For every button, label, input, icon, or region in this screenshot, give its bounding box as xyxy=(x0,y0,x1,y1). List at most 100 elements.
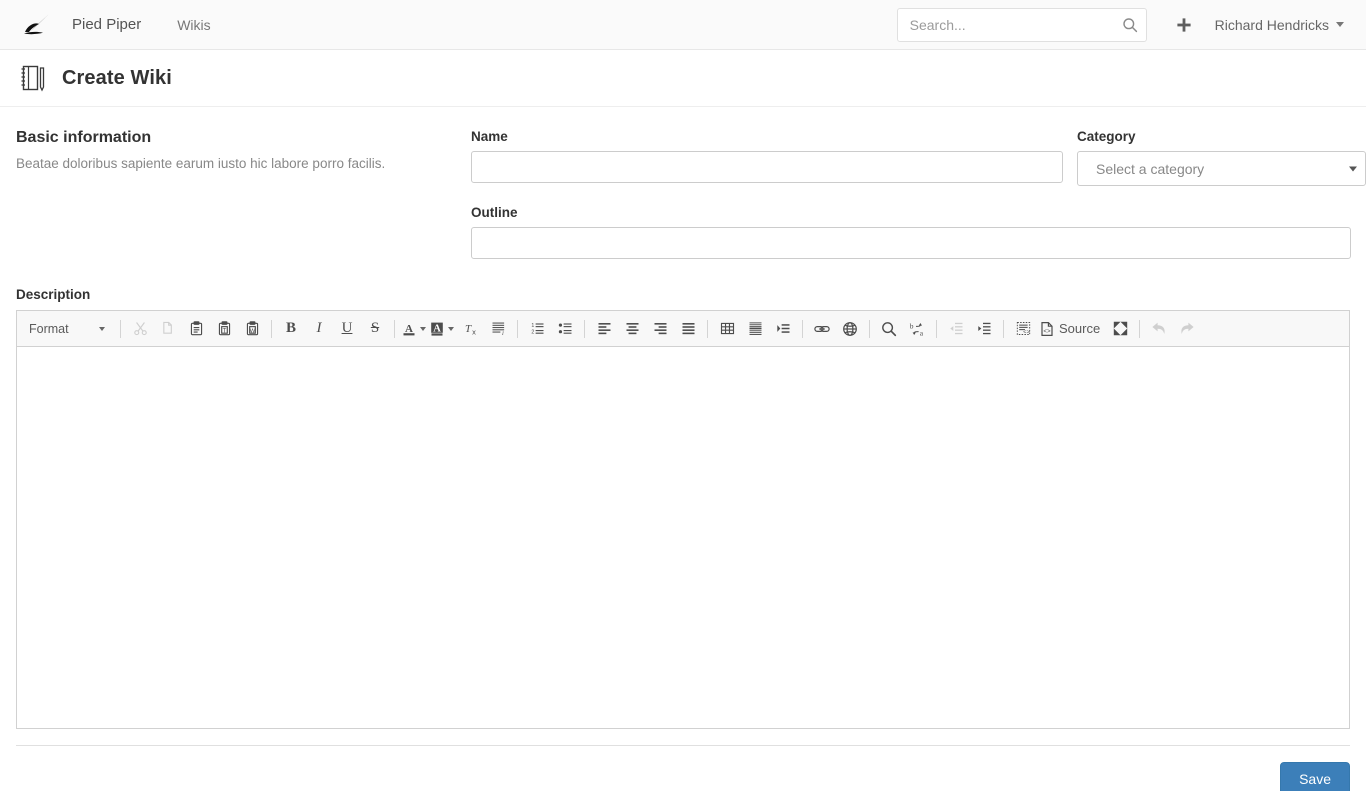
format-dropdown[interactable]: Format xyxy=(21,317,111,341)
align-justify-button[interactable] xyxy=(676,317,700,341)
nav-link-wikis[interactable]: Wikis xyxy=(163,17,224,33)
replace-icon: b a xyxy=(909,321,925,337)
footer-actions: Save xyxy=(0,746,1366,791)
blockquote-button[interactable] xyxy=(771,317,795,341)
show-blocks-icon: <> xyxy=(1016,321,1031,336)
underline-icon: U xyxy=(341,320,353,336)
format-dropdown-label: Format xyxy=(29,321,69,336)
italic-icon: I xyxy=(316,320,322,336)
outline-field-block: Outline xyxy=(471,205,1351,259)
rich-text-editor: Format T W B I U S A A T x I 1 2 b a <> … xyxy=(16,310,1350,729)
numbered-list-button[interactable]: 1 2 xyxy=(525,317,549,341)
search-input[interactable] xyxy=(896,7,1147,42)
svg-text:x: x xyxy=(472,327,476,336)
undo-arrow-icon xyxy=(1151,321,1167,337)
chevron-down-icon xyxy=(99,326,105,331)
name-outline-column: Name Outline xyxy=(471,129,1351,281)
replace-button[interactable]: b a xyxy=(905,317,929,341)
paragraph-format-button[interactable]: I xyxy=(486,317,510,341)
description-label: Description xyxy=(16,287,91,302)
editor-toolbar: Format T W B I U S A A T x I 1 2 b a <> … xyxy=(17,311,1349,347)
cut-button[interactable] xyxy=(128,317,152,341)
description-editor-body[interactable] xyxy=(17,347,1349,728)
bulleted-list-icon xyxy=(558,321,573,336)
paste-button[interactable] xyxy=(184,317,208,341)
category-select[interactable]: Select a category xyxy=(1077,151,1366,186)
background-color-button[interactable]: A xyxy=(430,321,454,337)
redo-button[interactable] xyxy=(1175,317,1199,341)
paste-from-word-button[interactable]: W xyxy=(240,317,264,341)
svg-text:b: b xyxy=(910,321,914,330)
remove-format-button[interactable]: T x xyxy=(458,317,482,341)
text-color-icon: A xyxy=(402,321,418,337)
quill-pen-icon[interactable] xyxy=(20,12,54,38)
outdent-button[interactable] xyxy=(944,317,968,341)
basic-information-row: Basic information Beatae doloribus sapie… xyxy=(16,107,1366,281)
align-left-button[interactable] xyxy=(592,317,616,341)
brand-name[interactable]: Pied Piper xyxy=(64,16,149,33)
undo-button[interactable] xyxy=(1147,317,1171,341)
category-selected-value: Select a category xyxy=(1096,160,1205,177)
svg-text:2: 2 xyxy=(531,330,534,336)
name-input[interactable] xyxy=(471,151,1063,183)
toolbar-separator xyxy=(869,319,870,338)
anchor-button[interactable] xyxy=(838,317,862,341)
text-color-button[interactable]: A xyxy=(402,321,426,337)
blockquote-icon xyxy=(776,321,791,336)
toolbar-separator xyxy=(802,319,803,338)
horizontal-rule-icon xyxy=(748,321,763,336)
svg-text:a: a xyxy=(920,328,924,336)
paragraph-format-icon: I xyxy=(491,321,506,336)
bold-button[interactable]: B xyxy=(279,317,303,341)
basic-information-block: Basic information Beatae doloribus sapie… xyxy=(16,129,471,281)
chevron-down-icon xyxy=(1336,22,1344,27)
indent-button[interactable] xyxy=(972,317,996,341)
align-center-button[interactable] xyxy=(620,317,644,341)
search-box xyxy=(896,7,1147,42)
background-color-icon: A xyxy=(430,321,446,337)
insert-table-button[interactable] xyxy=(715,317,739,341)
section-description: Beatae doloribus sapiente earum iusto hi… xyxy=(16,156,386,171)
italic-button[interactable]: I xyxy=(307,317,331,341)
align-right-button[interactable] xyxy=(648,317,672,341)
bulleted-list-button[interactable] xyxy=(553,317,577,341)
horizontal-rule-button[interactable] xyxy=(743,317,767,341)
clipboard-text-icon: T xyxy=(217,321,232,336)
strikethrough-icon: S xyxy=(370,320,380,336)
numbered-list-icon: 1 2 xyxy=(530,321,545,336)
outdent-icon xyxy=(949,321,964,336)
svg-text:<>: <> xyxy=(1043,328,1051,335)
category-column: Category Select a category xyxy=(1077,129,1366,281)
underline-button[interactable]: U xyxy=(335,317,359,341)
find-button[interactable] xyxy=(877,317,901,341)
source-button-label: Source xyxy=(1059,321,1101,336)
page-header: Create Wiki xyxy=(0,50,1366,107)
show-blocks-button[interactable]: <> xyxy=(1011,317,1035,341)
link-button[interactable] xyxy=(810,317,834,341)
brand-group: Pied Piper xyxy=(20,12,149,38)
svg-text:I: I xyxy=(500,331,503,336)
plus-icon[interactable] xyxy=(1165,8,1203,42)
svg-text:A: A xyxy=(433,323,441,334)
notebook-pen-icon xyxy=(16,61,50,95)
strikethrough-button[interactable]: S xyxy=(363,317,387,341)
source-button[interactable]: <> Source xyxy=(1039,321,1100,337)
maximize-button[interactable] xyxy=(1108,317,1132,341)
main-content: Basic information Beatae doloribus sapie… xyxy=(0,107,1366,729)
category-select-wrap: Select a category xyxy=(1077,151,1366,186)
svg-text:W: W xyxy=(249,328,255,334)
table-icon xyxy=(720,321,735,336)
indent-icon xyxy=(977,321,992,336)
user-menu[interactable]: Richard Hendricks xyxy=(1215,17,1350,33)
paste-as-text-button[interactable]: T xyxy=(212,317,236,341)
toolbar-separator xyxy=(936,319,937,338)
toolbar-separator xyxy=(120,319,121,338)
search-icon[interactable] xyxy=(1121,16,1139,34)
align-center-icon xyxy=(625,321,640,336)
chevron-down-icon xyxy=(448,326,454,331)
toolbar-separator xyxy=(517,319,518,338)
copy-button[interactable] xyxy=(156,317,180,341)
category-label: Category xyxy=(1077,129,1136,144)
save-button[interactable]: Save xyxy=(1280,762,1350,791)
clipboard-word-icon: W xyxy=(245,321,260,336)
